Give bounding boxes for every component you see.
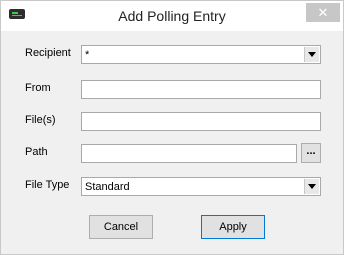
path-input[interactable] [81, 144, 297, 163]
close-button[interactable]: ✕ [306, 3, 340, 22]
from-label: From [25, 82, 51, 94]
file-type-value: Standard [85, 181, 130, 193]
dialog-title: Add Polling Entry [118, 8, 226, 24]
title-bar[interactable]: Add Polling Entry ✕ [1, 1, 343, 31]
dialog-window: Add Polling Entry ✕ Recipient * From Fil… [0, 0, 344, 255]
path-label: Path [25, 146, 48, 158]
from-input[interactable] [81, 80, 321, 99]
cancel-button[interactable]: Cancel [89, 215, 153, 239]
recipient-value: * [85, 49, 90, 61]
file-type-combobox[interactable]: Standard [81, 177, 321, 196]
files-label: File(s) [25, 114, 56, 126]
recipient-label: Recipient [25, 47, 71, 59]
recipient-combobox[interactable]: * [81, 45, 321, 64]
file-type-label: File Type [25, 179, 70, 191]
files-input[interactable] [81, 112, 321, 131]
chevron-down-icon[interactable] [304, 47, 319, 62]
apply-button[interactable]: Apply [201, 215, 265, 239]
chevron-down-icon[interactable] [304, 179, 319, 194]
browse-button[interactable]: ... [301, 143, 321, 163]
